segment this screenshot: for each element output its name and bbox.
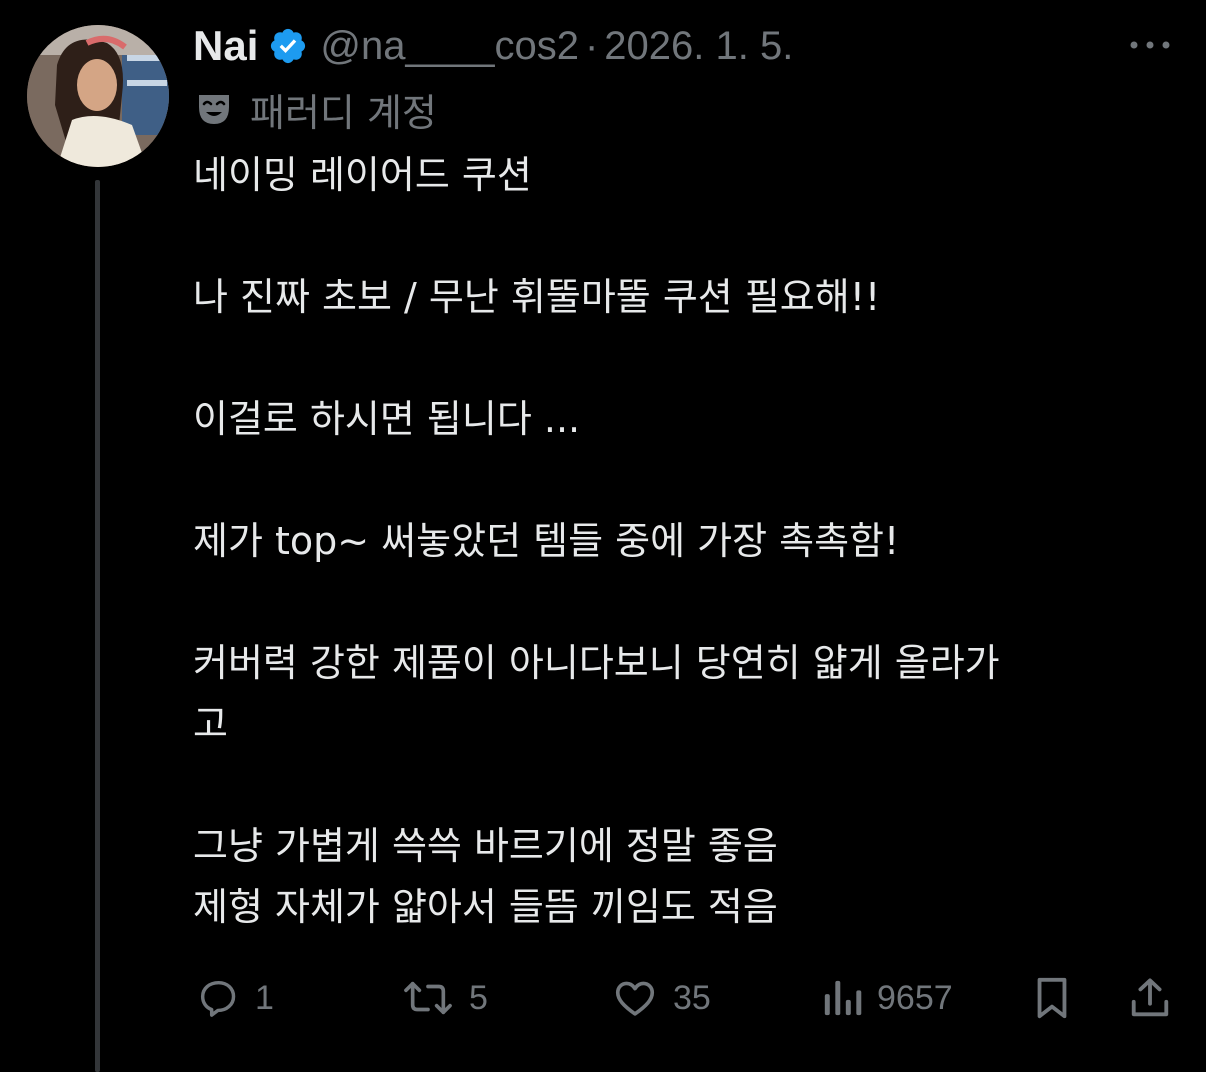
share-icon <box>1131 978 1169 1017</box>
repost-count: 5 <box>469 978 488 1017</box>
tweet-paragraph: 커버력 강한 제품이 아니다보니 당연히 얇게 올라가 고 <box>193 641 1000 746</box>
parody-account-label: 패러디 계정 <box>196 84 437 135</box>
tweet-paragraph: 나 진짜 초보 / 무난 휘뚤마뚤 쿠션 필요해!! <box>193 275 881 319</box>
repost-button[interactable]: 5 <box>401 968 488 1028</box>
tweet-header: Nai @na____cos2 · 2026. 1. 5. <box>193 20 793 72</box>
tweet-action-bar: 1 5 35 9657 <box>193 968 1183 1028</box>
thread-line <box>95 180 100 1072</box>
separator-dot: · <box>584 23 599 68</box>
heart-icon <box>615 981 655 1016</box>
avatar[interactable] <box>27 25 169 167</box>
tweet-text: 네이밍 레이어드 쿠션 나 진짜 초보 / 무난 휘뚤마뚤 쿠션 필요해!! 이… <box>193 145 1183 938</box>
verified-badge-icon <box>271 28 306 64</box>
bookmark-icon <box>1037 977 1067 1019</box>
like-count: 35 <box>673 978 711 1017</box>
reply-icon <box>200 980 236 1017</box>
bookmark-button[interactable] <box>1031 968 1073 1028</box>
display-name[interactable]: Nai <box>193 22 258 70</box>
post-date[interactable]: 2026. 1. 5. <box>604 24 793 69</box>
views-button[interactable]: 9657 <box>821 968 953 1028</box>
parody-mask-icon <box>199 95 229 124</box>
analytics-icon <box>824 980 862 1016</box>
like-button[interactable]: 35 <box>611 968 711 1028</box>
view-count: 9657 <box>877 978 953 1017</box>
tweet-paragraph: 제가 top~ 써놓았던 템들 중에 가장 촉촉함! <box>193 519 900 563</box>
tweet-paragraph: 그냥 가볍게 쓱쓱 바르기에 정말 좋음 제형 자체가 얇아서 들뜸 끼임도 적… <box>193 824 778 929</box>
more-options-icon[interactable] <box>1128 34 1172 56</box>
parody-label-text: 패러디 계정 <box>250 90 437 135</box>
tweet-paragraph: 이걸로 하시면 됩니다 ... <box>193 397 581 441</box>
reply-count: 1 <box>255 978 274 1017</box>
tweet-paragraph: 네이밍 레이어드 쿠션 <box>193 153 532 197</box>
repost-icon <box>404 981 452 1015</box>
share-button[interactable] <box>1127 968 1173 1028</box>
reply-button[interactable]: 1 <box>195 968 274 1028</box>
user-handle[interactable]: @na____cos2 <box>320 24 579 69</box>
